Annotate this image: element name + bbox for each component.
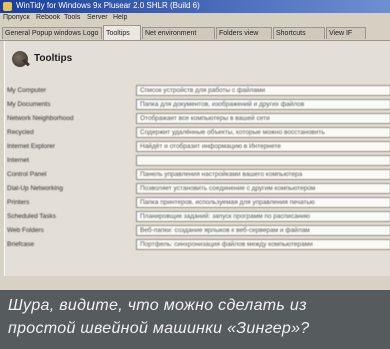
tooltips-panel: Tooltips My Computer Список устройств дл… (4, 41, 390, 276)
row-label: Web Folders (7, 227, 44, 234)
menu-bar: Пропуск Rebook Tools Server Help (0, 13, 390, 25)
tooltip-text-field[interactable] (136, 155, 390, 166)
tooltip-text-field[interactable]: Папка принтеров, используемая для управл… (136, 197, 390, 208)
row-label: My Computer (7, 87, 47, 94)
tab-bar: General Popup windows Logo Tooltips Net … (0, 25, 390, 41)
tooltip-text-field[interactable]: Панель управления настройками вашего ком… (136, 169, 390, 180)
row-label: My Documents (7, 101, 51, 108)
photo-caption: Шура, видите, что можно сделать из прост… (0, 290, 390, 349)
row-label: Dial-Up Networking (7, 185, 63, 192)
setting-row: Recycled Содержит удалённые объекты, кот… (5, 126, 390, 140)
row-label: Printers (7, 199, 30, 206)
menu-item[interactable]: Rebook (36, 14, 60, 21)
row-label: Scheduled Tasks (7, 213, 57, 220)
setting-row: Web Folders Веб-папки: создание ярлыков … (5, 224, 390, 238)
tooltips-icon (12, 51, 28, 67)
window-title: WinTidy for Windows 9x Plusear 2.0 SHLR … (16, 1, 200, 10)
panel-title: Tooltips (34, 53, 73, 64)
setting-row: Printers Папка принтеров, используемая д… (5, 196, 390, 210)
tab-folders-view[interactable]: Folders view (216, 27, 272, 39)
tooltip-text-field[interactable]: Отображает все компьютеры в вашей сети (136, 113, 390, 124)
caption-line-2: простой швейной машинки «Зингер»? (8, 320, 310, 337)
tab-shortcuts[interactable]: Shortcuts (273, 27, 325, 39)
tooltip-text-field[interactable]: Планировщик заданий: запуск программ по … (136, 211, 390, 222)
tooltip-text-field[interactable]: Позволяет установить соединение с другим… (136, 183, 390, 194)
row-label: Recycled (7, 129, 34, 136)
setting-row: My Documents Папка для документов, изобр… (5, 98, 390, 112)
setting-row: Network Neighborhood Отображает все комп… (5, 112, 390, 126)
menu-item[interactable]: Пропуск (3, 14, 30, 21)
tab-general[interactable]: General Popup windows Logo (2, 27, 102, 39)
tooltip-text-field[interactable]: Содержит удалённые объекты, которые можн… (136, 127, 390, 138)
menu-item[interactable]: Tools (64, 14, 80, 21)
tab-view[interactable]: View IF (326, 27, 366, 39)
setting-row: Dial-Up Networking Позволяет установить … (5, 182, 390, 196)
row-label: Network Neighborhood (7, 115, 74, 122)
row-label: Briefcase (7, 241, 35, 248)
tooltip-text-field[interactable]: Портфель: синхронизация файлов между ком… (136, 239, 390, 250)
menu-item[interactable]: Help (113, 14, 127, 21)
setting-row: Scheduled Tasks Планировщик заданий: зап… (5, 210, 390, 224)
tooltip-text-field[interactable]: Список устройств для работы с файлами (136, 85, 390, 96)
tooltip-text-field[interactable]: Веб-папки: создание ярлыков к веб-сервер… (136, 225, 390, 236)
tooltip-text-field[interactable]: Папка для документов, изображений и друг… (136, 99, 390, 110)
app-icon (3, 2, 12, 11)
menu-item[interactable]: Server (87, 14, 108, 21)
row-label: Control Panel (7, 171, 47, 178)
setting-row: Internet Explorer Найдёт и отобразит инф… (5, 140, 390, 154)
setting-row: Briefcase Портфель: синхронизация файлов… (5, 238, 390, 252)
tooltip-text-field[interactable]: Найдёт и отобразит информацию в Интернет… (136, 141, 390, 152)
title-bar: WinTidy for Windows 9x Plusear 2.0 SHLR … (0, 0, 390, 13)
setting-row: Internet (5, 154, 390, 168)
setting-row: My Computer Список устройств для работы … (5, 84, 390, 98)
caption-line-1: Шура, видите, что можно сделать из (8, 297, 307, 314)
tab-net-environment[interactable]: Net environment (142, 27, 215, 39)
row-label: Internet (7, 157, 30, 164)
tab-tooltips[interactable]: Tooltips (103, 25, 141, 40)
setting-row: Control Panel Панель управления настройк… (5, 168, 390, 182)
screenshot: WinTidy for Windows 9x Plusear 2.0 SHLR … (0, 0, 390, 290)
row-label: Internet Explorer (7, 143, 56, 150)
